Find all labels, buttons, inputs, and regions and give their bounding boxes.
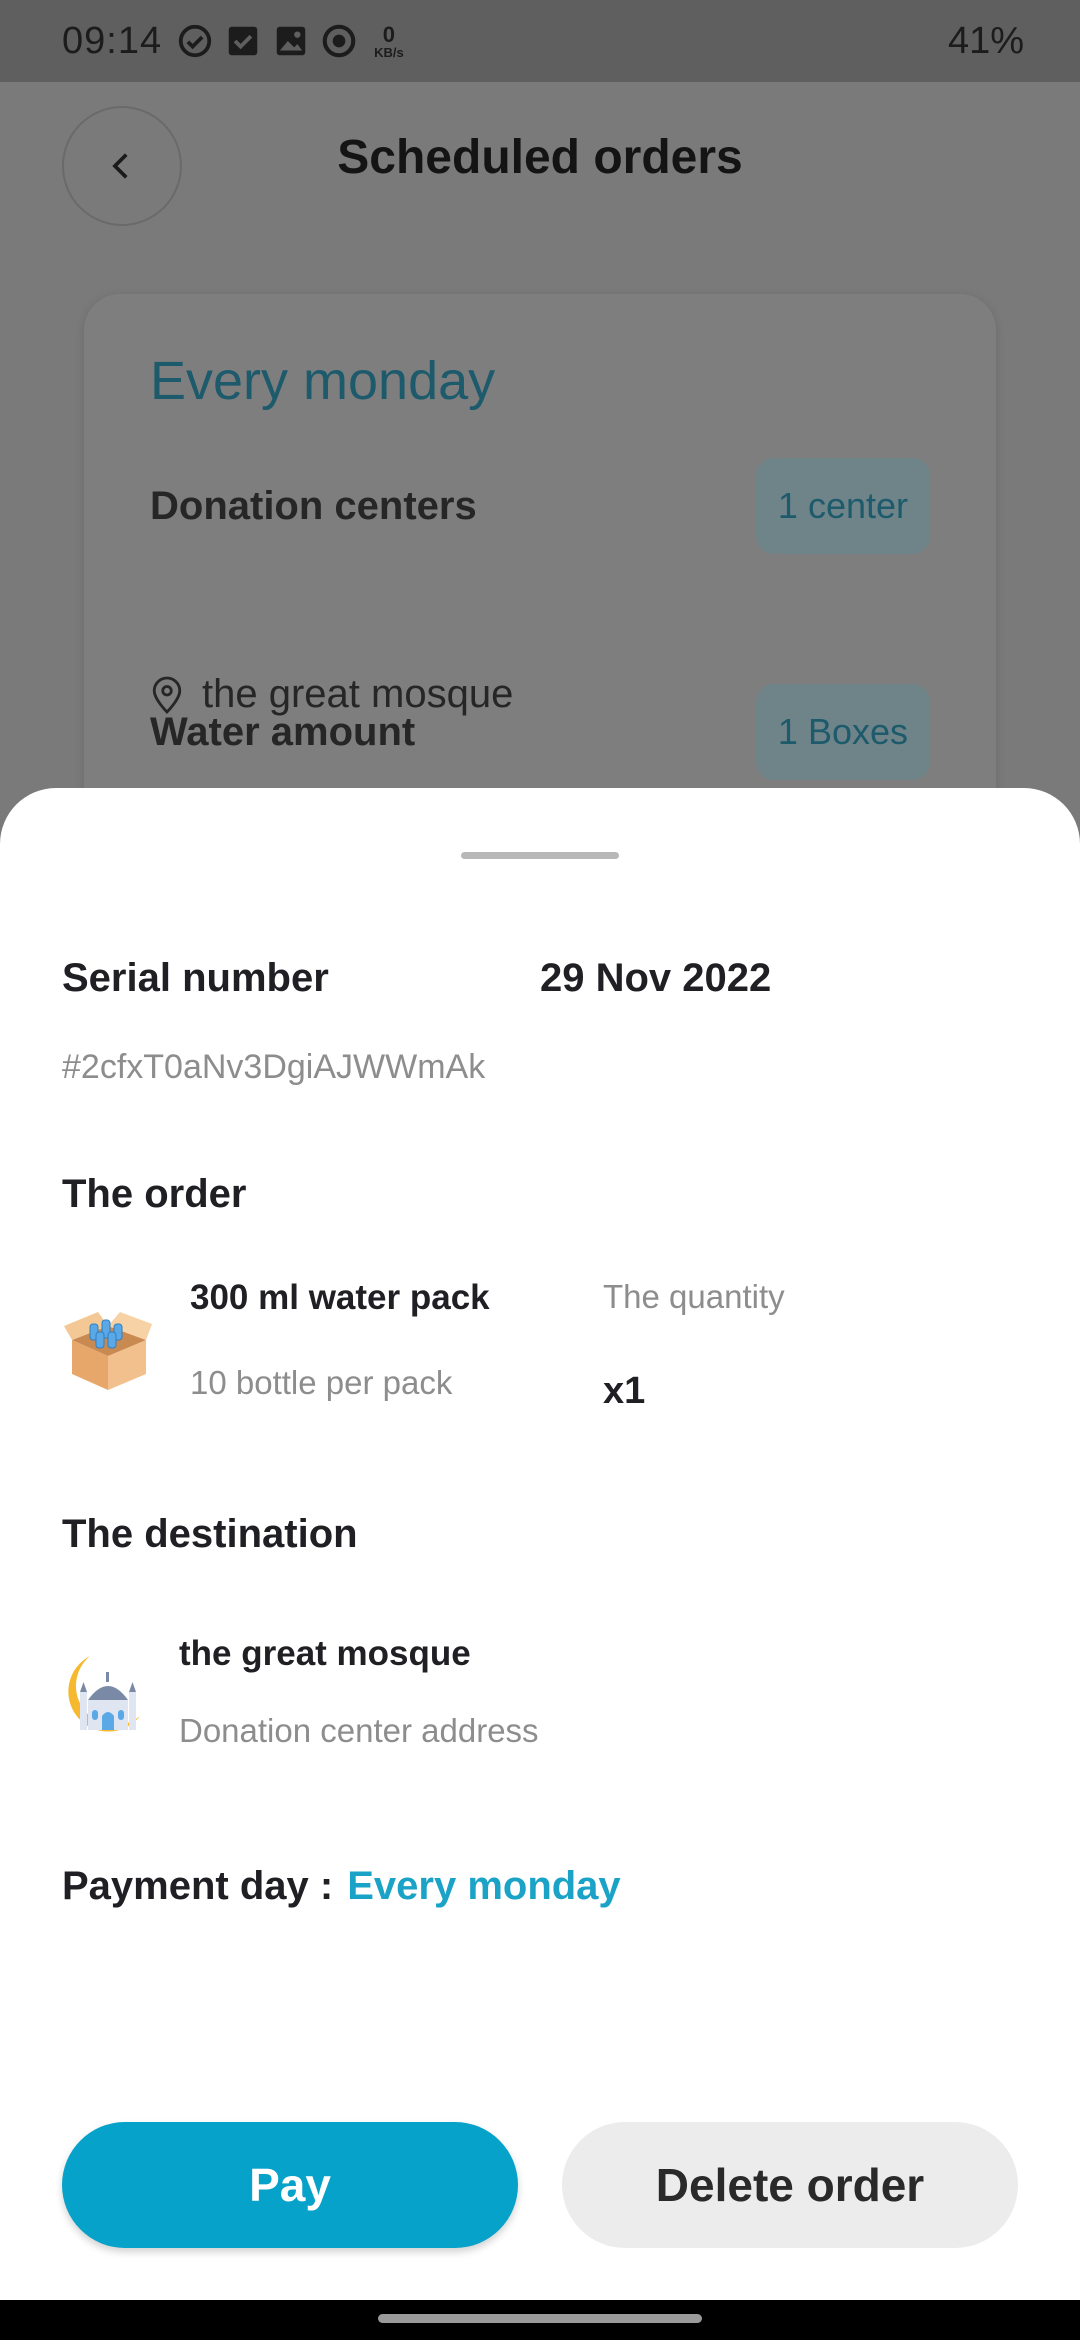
destination-section-title: The destination <box>62 1512 358 1556</box>
water-box-icon <box>64 1312 152 1390</box>
image-icon <box>276 26 306 56</box>
serial-number-label: Serial number <box>62 956 329 1000</box>
centers-count-chip: 1 center <box>755 458 930 554</box>
order-date: 29 Nov 2022 <box>540 956 772 1000</box>
donation-centers-label: Donation centers <box>150 484 477 528</box>
pay-button[interactable]: Pay <box>62 2122 518 2248</box>
navigation-bar <box>0 2300 1080 2340</box>
quantity-value: x1 <box>603 1370 646 1412</box>
water-amount-chip: 1 Boxes <box>755 684 930 780</box>
location-pin-icon <box>152 676 182 714</box>
check-circle-icon <box>178 24 212 58</box>
mosque-icon <box>68 1656 140 1732</box>
quantity-label: The quantity <box>603 1278 785 1315</box>
product-name: 300 ml water pack <box>190 1278 490 1317</box>
order-details-sheet: Serial number 29 Nov 2022 #2cfxT0aNv3Dgi… <box>0 788 1080 2300</box>
data-speed: 0 KB/s <box>374 21 404 60</box>
status-bar: 09:14 0KB/s 4G 41% <box>0 0 1080 82</box>
notification-icons: 0 KB/s <box>176 22 404 60</box>
battery-percent: 41% <box>947 19 1024 62</box>
sheet-drag-handle[interactable] <box>461 852 619 859</box>
page-title: Scheduled orders <box>337 131 743 184</box>
system-icons: 4G 41% <box>876 20 1036 63</box>
checkbox-icon <box>228 26 258 56</box>
payment-day-label: Payment day : <box>62 1864 334 1908</box>
destination-name: the great mosque <box>179 1634 471 1673</box>
product-subtitle: 10 bottle per pack <box>190 1364 453 1401</box>
order-section-title: The order <box>62 1172 247 1216</box>
payment-day: Payment day : Every monday <box>62 1864 621 1909</box>
destination-subtitle: Donation center address <box>179 1712 539 1749</box>
sync-icon <box>322 24 356 58</box>
payment-day-value: Every monday <box>347 1864 621 1908</box>
serial-number-value: #2cfxT0aNv3DgiAJWWmAk <box>62 1048 486 1086</box>
water-amount-label: Water amount <box>150 710 416 754</box>
home-indicator[interactable] <box>378 2314 702 2323</box>
order-card[interactable]: Every monday Donation centers 1 center t… <box>84 294 996 854</box>
status-time: 09:14 <box>62 19 163 62</box>
order-frequency: Every monday <box>150 351 496 411</box>
delete-order-button[interactable]: Delete order <box>562 2122 1018 2248</box>
